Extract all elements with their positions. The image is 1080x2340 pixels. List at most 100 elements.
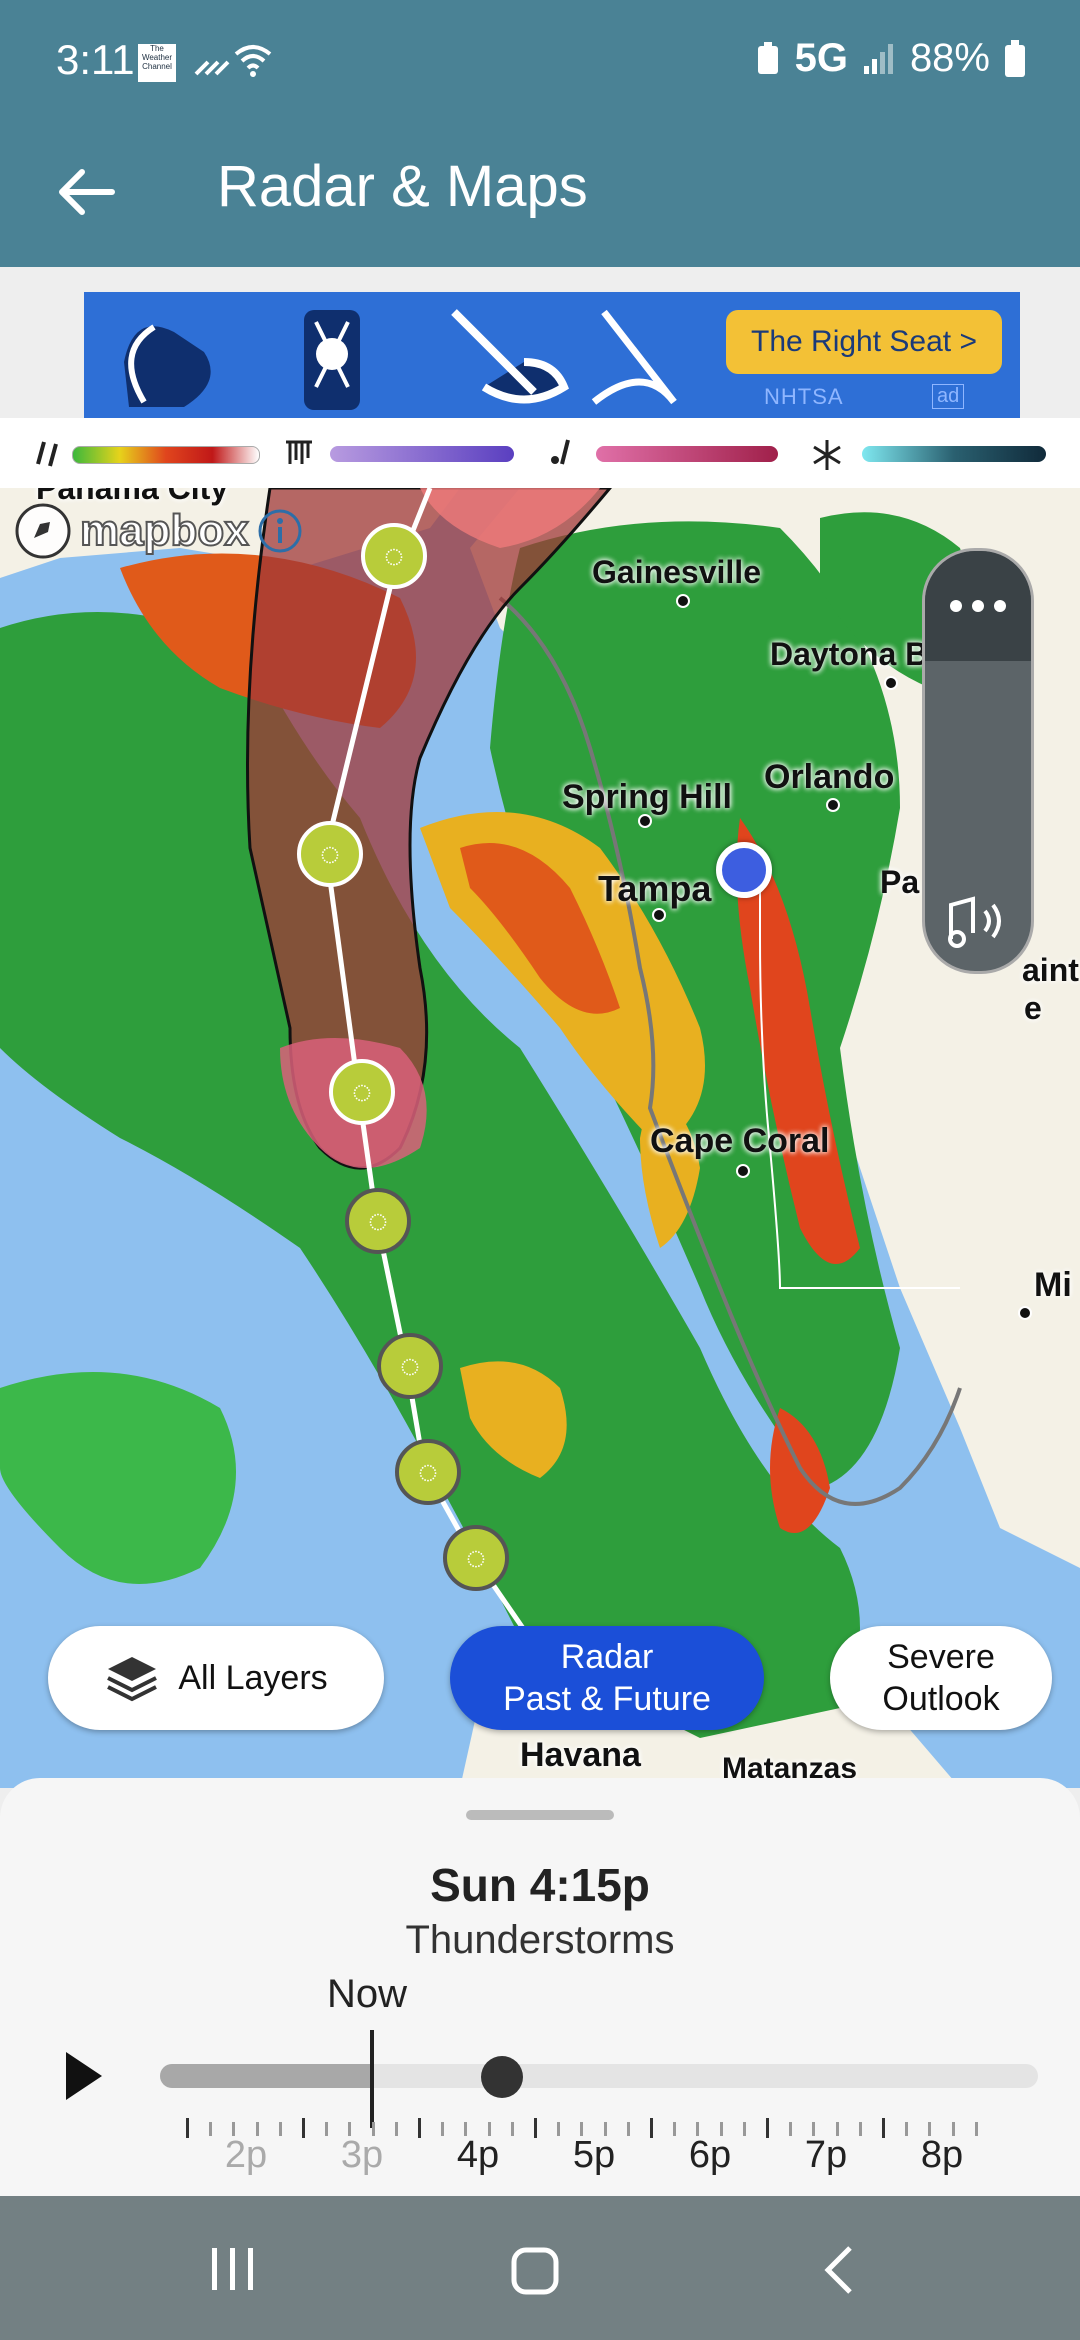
ice-icon (286, 440, 312, 464)
rain-icon (36, 441, 58, 467)
city-label: aint (1022, 952, 1079, 988)
mapbox-icon (15, 503, 71, 559)
battery-icon (1005, 39, 1025, 77)
play-icon[interactable] (64, 2050, 104, 2102)
weather-channel-icon: The Weather Channel (138, 44, 176, 82)
city-dot (826, 798, 840, 812)
timeline-tick (441, 2122, 445, 2136)
radar-past-future-button[interactable]: Radar Past & Future (450, 1626, 764, 1730)
app-bar: Radar & Maps (0, 125, 1080, 267)
current-location-dot[interactable] (716, 842, 772, 898)
city-label: Mi (1034, 1266, 1072, 1304)
city-dot (676, 594, 690, 608)
snow-gradient-bar (862, 446, 1046, 462)
timeline-tick (325, 2122, 329, 2136)
city-dot (638, 814, 652, 828)
more-options-button[interactable] (925, 551, 1031, 661)
severe-outlook-button[interactable]: Severe Outlook (830, 1626, 1052, 1730)
mapbox-wordmark: mapbox (79, 505, 250, 556)
timeline-tick (882, 2118, 885, 2138)
timeline-hour-label: 5p (572, 2134, 616, 2176)
ad-sponsor: NHTSA (764, 384, 844, 409)
battery-saver-icon (757, 41, 778, 74)
storm-marker[interactable]: ◌ (361, 523, 427, 589)
timeline-tick (186, 2118, 189, 2138)
timeline-tick (766, 2118, 769, 2138)
back-nav-icon[interactable] (822, 2244, 856, 2296)
info-icon[interactable] (257, 508, 303, 554)
timeline-hour-label: 8p (920, 2134, 964, 2176)
mix-icon (551, 439, 570, 465)
city-label: Orlando (764, 758, 895, 796)
ice-gradient-bar (330, 446, 514, 462)
now-label: Now (327, 1972, 408, 2016)
timeline-tick (673, 2122, 677, 2136)
timeline-tick (510, 2122, 514, 2136)
city-label: Pa (880, 864, 920, 900)
radar-label: Radar Past & Future (503, 1638, 711, 1718)
timeline-tick (278, 2122, 282, 2136)
city-label: Cape Coral (650, 1122, 830, 1160)
city-label: e (1024, 990, 1042, 1026)
timeline-tick (534, 2118, 537, 2138)
wifi-icon (234, 45, 272, 77)
radar-map[interactable]: ◌ ◌ ◌ ◌ ◌ ◌ ◌ mapbox Panama City Gainesv… (0, 488, 1080, 1788)
timeline-tick (742, 2122, 746, 2136)
battery-percent: 88% (909, 36, 990, 80)
timeline-tick (858, 2122, 862, 2136)
audio-icon[interactable] (943, 891, 1013, 951)
city-label: Tampa (598, 868, 712, 909)
storm-marker[interactable]: ◌ (395, 1439, 461, 1505)
storm-marker[interactable]: ◌ (297, 821, 363, 887)
timeline-tick (650, 2118, 653, 2138)
home-icon[interactable] (510, 2246, 560, 2296)
mapbox-logo[interactable]: mapbox (14, 502, 303, 560)
timeline-tick (974, 2122, 978, 2136)
ad-banner[interactable]: The Right Seat > NHTSA ad (84, 292, 1020, 418)
timeline-thumb[interactable] (481, 2056, 524, 2098)
ad-cta-button[interactable]: The Right Seat > (726, 310, 1002, 374)
mix-gradient-bar (596, 446, 778, 462)
timeline-tick (394, 2122, 398, 2136)
map-side-panel[interactable] (922, 548, 1034, 974)
city-label: Panama City (36, 488, 229, 506)
back-arrow-icon[interactable] (52, 157, 122, 227)
storm-marker[interactable]: ◌ (345, 1188, 411, 1254)
storm-marker[interactable]: ◌ (377, 1333, 443, 1399)
sync-icon (194, 60, 230, 76)
precip-legend (0, 418, 1080, 488)
city-dot (652, 908, 666, 922)
snow-icon (813, 440, 841, 470)
now-marker (370, 2030, 374, 2128)
sheet-handle[interactable] (466, 1810, 614, 1820)
city-label: Gainesville (592, 554, 761, 590)
city-label: Spring Hill (562, 778, 732, 816)
more-horiz-icon (950, 600, 1006, 612)
status-bar: 3:11 The Weather Channel 5G 88% (0, 0, 1080, 125)
all-layers-button[interactable]: All Layers (48, 1626, 384, 1730)
timeline-tick (626, 2122, 630, 2136)
timeline-time: Sun 4:15p (430, 1859, 650, 1911)
city-dot (884, 676, 898, 690)
timeline-hour-label: 3p (340, 2134, 384, 2176)
storm-marker[interactable]: ◌ (443, 1525, 509, 1591)
timeline-tick (418, 2118, 421, 2138)
map-canvas[interactable] (0, 488, 1080, 1788)
city-dot (1018, 1306, 1032, 1320)
severe-label: Severe Outlook (882, 1638, 1000, 1718)
recent-apps-icon[interactable] (208, 2246, 258, 2292)
timeline-hour-label: 2p (224, 2134, 268, 2176)
all-layers-label: All Layers (178, 1659, 328, 1697)
timeline-condition: Thunderstorms (405, 1918, 675, 1962)
signal-icon (863, 43, 893, 74)
system-nav-bar (0, 2196, 1080, 2340)
timeline-tick (209, 2122, 213, 2136)
timeline-tick (557, 2122, 561, 2136)
storm-marker[interactable]: ◌ (329, 1059, 395, 1125)
timeline-hour-label: 4p (456, 2134, 500, 2176)
timeline-tick (789, 2122, 793, 2136)
timeline-tick (905, 2122, 909, 2136)
city-dot (736, 1164, 750, 1178)
car-seat-illustrations (124, 309, 677, 410)
layers-icon (107, 1657, 158, 1702)
